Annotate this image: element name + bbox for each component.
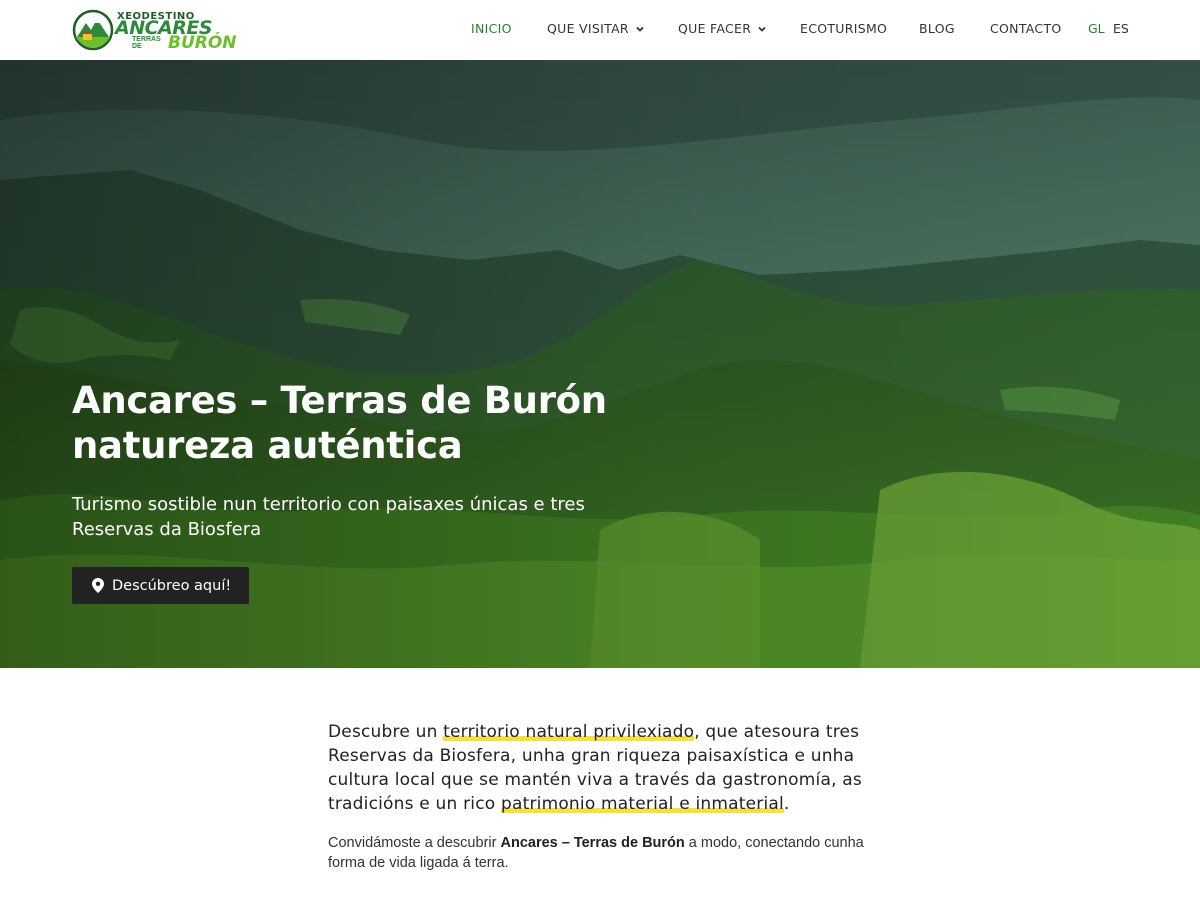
hero-banner: Ancares – Terras de Burón natureza autén… [0, 60, 1200, 668]
site-logo[interactable]: XEODESTINO ANCARES TERRAS DE BURÓN [72, 9, 237, 52]
nav-item-label: QUE VISITAR [547, 21, 629, 36]
discover-button-label: Descúbreo aquí! [112, 577, 232, 594]
nav-item-label: BLOG [919, 21, 955, 36]
body-bold-text: Ancares – Terras de Burón [500, 835, 685, 851]
nav-item-blog[interactable]: BLOG [919, 21, 955, 36]
logo-sub-buron: BURÓN [168, 33, 237, 53]
nav-item-label: CONTACTO [990, 21, 1062, 36]
hero-subtitle: Turismo sostible nun territorio con pais… [72, 494, 585, 540]
intro-text: . [783, 794, 790, 814]
nav-item-label: QUE FACER [678, 21, 752, 36]
nav-item-que-facer[interactable]: QUE FACER [678, 21, 767, 36]
nav-item-ecoturismo[interactable]: ECOTURISMO [800, 21, 887, 36]
lang-es[interactable]: ES [1113, 21, 1129, 36]
intro-highlight: territorio natural privilexiado [443, 722, 695, 742]
map-pin-icon [92, 578, 104, 593]
nav-item-label: INICIO [471, 21, 512, 36]
lang-gl[interactable]: GL [1088, 21, 1105, 36]
body-text: Convidámoste a descubrir [328, 835, 501, 851]
nav-item-contacto[interactable]: CONTACTO [990, 21, 1062, 36]
intro-paragraph: Descubre un territorio natural privilexi… [328, 720, 873, 816]
logo-sub-de: DE [132, 43, 142, 50]
chevron-down-icon [758, 26, 766, 32]
discover-button[interactable]: Descúbreo aquí! [72, 567, 249, 604]
intro-text: Descubre un [328, 722, 444, 742]
intro-highlight: patrimonio material e inmaterial [500, 794, 784, 814]
hero-title: Ancares – Terras de Burón natureza autén… [72, 378, 672, 468]
logo-emblem-icon [72, 9, 114, 51]
body-paragraph: Convidámoste a descubrir Ancares – Terra… [328, 833, 868, 873]
nav-item-inicio[interactable]: INICIO [471, 21, 512, 36]
chevron-down-icon [636, 26, 644, 32]
hero-title-line1: Ancares – Terras de Burón [72, 379, 607, 422]
logo-sub-terras: TERRAS [132, 36, 161, 43]
hero-title-line2: natureza auténtica [72, 424, 463, 467]
nav-item-label: ECOTURISMO [800, 21, 888, 36]
nav-item-que-visitar[interactable]: QUE VISITAR [547, 21, 645, 36]
site-header: XEODESTINO ANCARES TERRAS DE BURÓN INICI… [0, 0, 1200, 60]
